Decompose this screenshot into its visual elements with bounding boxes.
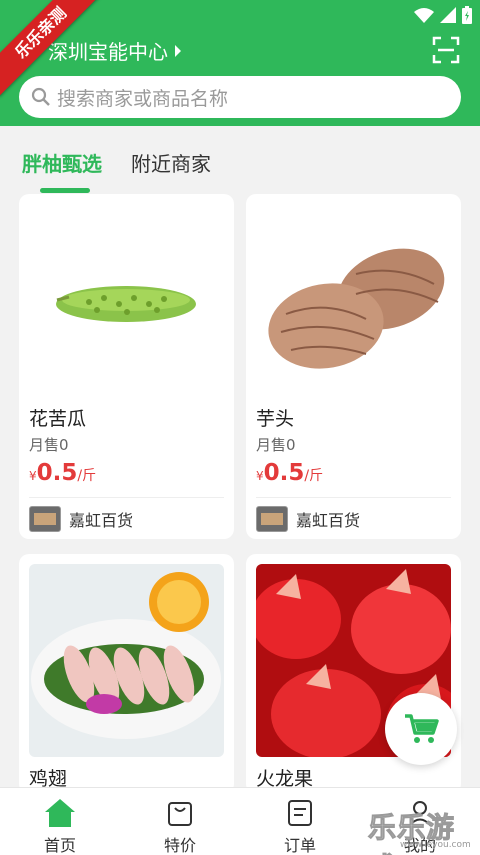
location-selector[interactable]: 深圳宝能中心 (48, 36, 182, 65)
nav-label: 订单 (283, 836, 316, 855)
shop-logo (29, 506, 61, 532)
shop-name: 嘉虹百货 (296, 511, 361, 530)
shop-info[interactable]: 嘉虹百货 (256, 506, 360, 532)
shop-logo (256, 506, 288, 532)
product-card[interactable]: 鸡翅 (19, 554, 234, 794)
search-input[interactable]: 搜索商家或商品名称 (19, 76, 461, 118)
product-name: 芋头 (256, 408, 295, 430)
nav-home[interactable]: 首页 (30, 798, 90, 855)
bag-icon (168, 802, 192, 826)
tab-indicator (40, 188, 90, 193)
search-icon (31, 87, 50, 106)
product-image (29, 564, 224, 757)
product-card[interactable]: 花苦瓜 月售0 ¥0.5/斤 嘉虹百货 (19, 194, 234, 539)
home-icon (45, 799, 75, 827)
shop-info[interactable]: 嘉虹百货 (29, 506, 133, 532)
nav-deals[interactable]: 特价 (150, 798, 210, 855)
cart-icon (405, 714, 439, 743)
tab-featured[interactable]: 胖柚甄选 (22, 148, 102, 177)
signal-icon (440, 7, 456, 23)
search-placeholder: 搜索商家或商品名称 (57, 87, 229, 110)
product-name: 花苦瓜 (29, 408, 87, 430)
product-price: ¥0.5/斤 (29, 460, 97, 486)
order-icon (288, 800, 312, 826)
nav-label: 特价 (163, 836, 196, 855)
watermark-url: www.leyou.com (400, 840, 471, 850)
product-image (29, 204, 224, 397)
divider (256, 497, 451, 498)
product-card[interactable]: 芋头 月售0 ¥0.5/斤 嘉虹百货 (246, 194, 461, 539)
battery-icon (462, 6, 472, 24)
tab-bar: 胖柚甄选 附近商家 (0, 126, 480, 194)
monthly-sales: 月售0 (256, 436, 296, 454)
nav-orders[interactable]: 订单 (270, 798, 330, 855)
tab-nearby[interactable]: 附近商家 (131, 148, 211, 177)
monthly-sales: 月售0 (29, 436, 69, 454)
product-image (256, 204, 451, 397)
shop-name: 嘉虹百货 (69, 511, 134, 530)
product-price: ¥0.5/斤 (256, 460, 324, 486)
nav-label: 首页 (43, 836, 76, 855)
divider (29, 497, 224, 498)
location-label: 深圳宝能中心 (48, 40, 168, 64)
scan-icon[interactable] (432, 36, 460, 64)
wifi-icon (414, 8, 434, 23)
chevron-right-icon (175, 44, 181, 57)
cart-button[interactable] (385, 693, 457, 765)
